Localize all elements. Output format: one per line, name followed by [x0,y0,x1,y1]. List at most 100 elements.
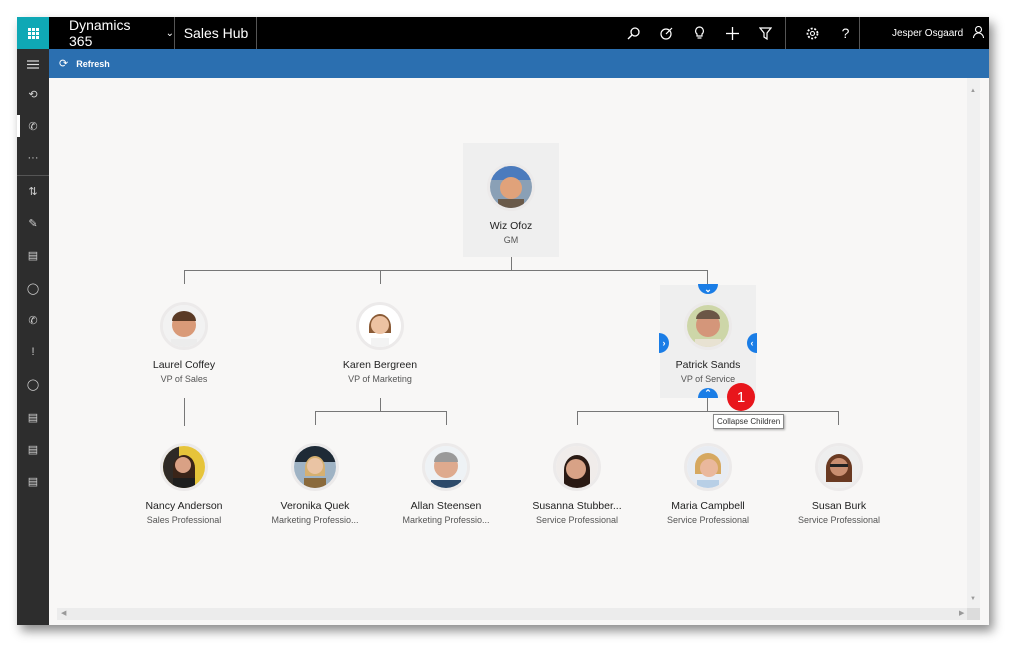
org-node-root[interactable]: Wiz Ofoz GM [463,143,559,257]
org-node[interactable]: Maria Campbell Service Professional [660,443,756,525]
connector-line [315,411,316,425]
ellipsis-icon: ··· [27,152,39,164]
node-name: Patrick Sands [675,359,741,371]
sidebar-item-tasks[interactable]: ✎ [17,208,49,238]
top-navigation-bar: Dynamics 365 ⌄ Sales Hub ? Jesper Osgaar… [17,17,989,49]
sidebar-item-phone-calls[interactable]: ✆ [17,305,49,335]
org-node[interactable]: Laurel Coffey VP of Sales [136,302,232,384]
org-node[interactable]: Nancy Anderson Sales Professional [136,443,232,525]
scrollbar-corner [967,608,980,620]
refresh-button[interactable]: Refresh [76,59,110,69]
brand-menu[interactable]: Dynamics 365 ⌄ [49,17,175,49]
connector-line [511,257,512,271]
node-name: Susan Burk [811,500,867,512]
sidebar-item-recent[interactable]: ⟲ [17,79,49,109]
node-name: Maria Campbell [671,500,745,512]
document-list-icon: ▤ [27,475,39,488]
filter-icon[interactable] [749,17,782,49]
phone-gear-icon: ✆ [28,314,38,327]
node-title: VP of Marketing [348,374,412,384]
waffle-icon [27,27,39,39]
avatar [291,443,339,491]
node-title: Service Professional [666,515,750,525]
sidebar-item-notes[interactable]: ▤ [17,240,49,270]
node-title: GM [503,235,519,245]
note-icon: ▤ [27,249,39,262]
sidebar-item-documents[interactable]: ▤ [17,402,49,432]
connector-line [707,270,708,284]
command-bar: ⟳ Refresh [49,49,989,78]
avatar [160,302,208,350]
scroll-left-icon[interactable]: ◀ [61,609,66,617]
avatar [815,443,863,491]
gear-icon[interactable] [796,17,829,49]
plus-icon[interactable] [716,17,749,49]
clipboard-icon: ✎ [28,217,38,230]
connector-line [838,411,839,425]
sidebar-item-activities[interactable]: ✆ [17,111,49,141]
vertical-scrollbar[interactable]: ▲ ▼ [967,78,980,608]
lightbulb-icon[interactable] [683,17,716,49]
connector-line [315,411,446,412]
lead-icon: ◯ [26,378,40,391]
sidebar: ⟲ ✆ ··· ⇅ ✎ ▤ ◯ ✆ ! ◯ ▤ ▤ ▤ [17,49,49,625]
search-icon[interactable] [617,17,650,49]
history-icon: ⟲ [28,88,38,101]
org-node[interactable]: Veronika Quek Marketing Professio... [267,443,363,525]
node-title: Service Professional [535,515,619,525]
chevron-down-icon: ⌄ [704,283,712,294]
sidebar-item-leads[interactable]: ◯ [17,369,49,399]
help-icon[interactable]: ? [829,17,862,49]
node-title: Service Professional [797,515,881,525]
sidebar-item-more[interactable]: ··· [17,143,49,173]
scroll-up-icon[interactable]: ▲ [970,88,976,94]
node-name: Allan Steensen [410,500,482,512]
app-name[interactable]: Sales Hub [176,17,257,49]
avatar [684,443,732,491]
chevron-down-icon: ⌄ [165,27,174,39]
connector-line [707,398,708,411]
connector-line [184,270,708,271]
node-name: Veronika Quek [280,500,350,512]
sidebar-item-cases[interactable]: ! [17,337,49,367]
sidebar-item-documents-2[interactable]: ▤ [17,466,49,496]
tooltip: Collapse Children [713,414,785,429]
hamburger-menu-icon[interactable] [17,49,49,79]
app-launcher-button[interactable] [17,17,49,49]
org-node-selected[interactable]: Patrick Sands VP of Service [660,285,756,398]
org-node[interactable]: Karen Bergreen VP of Marketing [332,302,428,384]
node-title: Marketing Professio... [271,515,359,525]
sidebar-item-sales[interactable]: ⇅ [17,176,49,206]
phone-person-icon: ✆ [28,120,38,133]
connector-line [577,411,578,425]
node-name: Susanna Stubber... [532,500,622,512]
user-name: Jesper Osgaard [892,27,964,39]
scroll-down-icon[interactable]: ▼ [970,596,976,602]
connector-line [446,411,447,425]
connector-line [380,270,381,284]
user-menu[interactable]: Jesper Osgaard [860,17,989,49]
horizontal-scrollbar[interactable]: ◀ ▶ [57,608,967,620]
task-icon[interactable] [650,17,683,49]
sidebar-item-reports[interactable]: ▤ [17,434,49,464]
scroll-right-icon[interactable]: ▶ [959,609,964,617]
connector-line [380,398,381,411]
sidebar-item-contacts[interactable]: ◯ [17,273,49,303]
avatar [487,163,535,211]
person-icon: ◯ [26,282,40,295]
chevron-right-icon: › [662,338,666,348]
avatar [160,443,208,491]
avatar [356,302,404,350]
org-node[interactable]: Susan Burk Service Professional [791,443,887,525]
toolbar-icons: ? [617,17,862,49]
node-title: VP of Sales [160,374,208,384]
brand-name: Dynamics 365 [69,17,131,49]
connector-line [577,411,839,412]
org-node[interactable]: Allan Steensen Marketing Professio... [398,443,494,525]
node-name: Wiz Ofoz [489,220,533,232]
connector-line [184,270,185,284]
node-name: Nancy Anderson [145,500,223,512]
node-title: Marketing Professio... [402,515,490,525]
chevron-left-icon: ‹ [750,338,754,348]
org-node[interactable]: Susanna Stubber... Service Professional [529,443,625,525]
